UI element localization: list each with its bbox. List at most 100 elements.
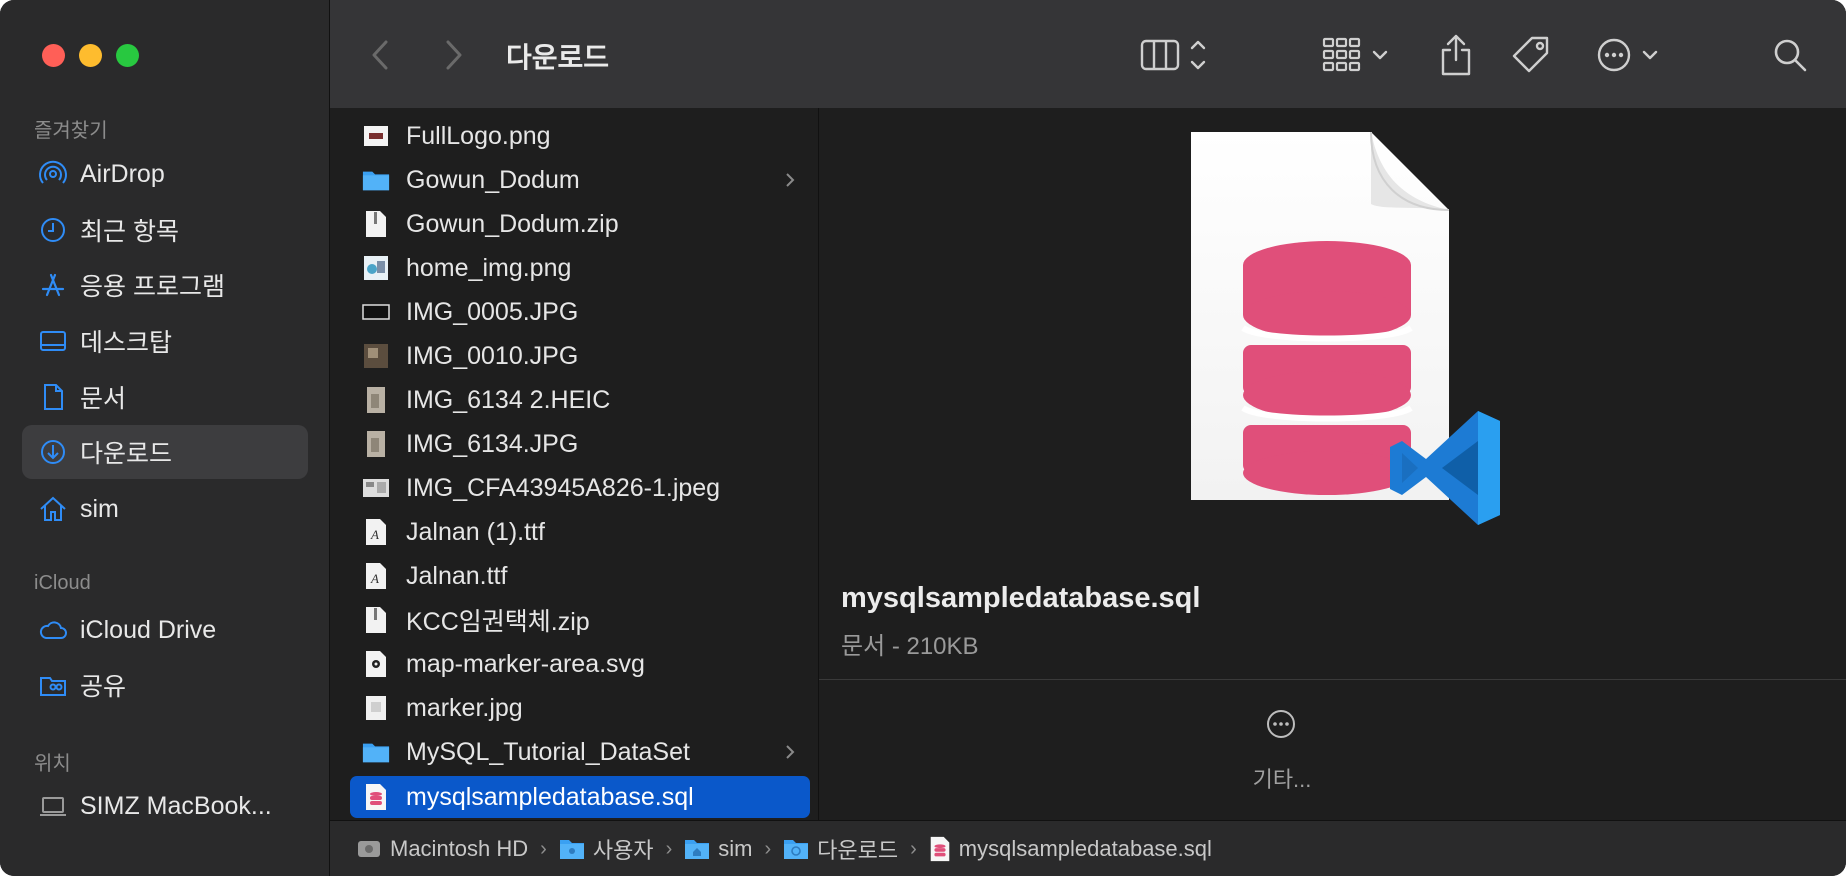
sidebar-item-home[interactable]: sim (22, 482, 308, 536)
sidebar-item-recents[interactable]: 최근 항목 (22, 203, 308, 257)
image-thumbnail-icon (362, 429, 390, 459)
disk-icon (358, 841, 380, 857)
file-name: marker.jpg (406, 693, 523, 722)
breadcrumb-separator: › (665, 837, 673, 860)
breadcrumb-label: mysqlsampledatabase.sql (958, 836, 1212, 861)
vscode-badge-icon (1390, 411, 1500, 525)
laptop-icon (38, 791, 68, 821)
file-row[interactable]: marker.jpg (350, 687, 810, 729)
file-name: IMG_0010.JPG (406, 341, 579, 370)
file-name: mysqlsampledatabase.sql (406, 782, 694, 811)
sidebar-item-label: AirDrop (80, 159, 165, 188)
breadcrumb-separator: › (764, 837, 772, 860)
sidebar-item-label: iCloud Drive (80, 615, 217, 644)
sidebar-item-label: 다운로드 (80, 440, 173, 468)
chevron-right-icon (786, 745, 795, 759)
file-name: KCC임권택체.zip (406, 608, 590, 636)
sql-file-icon (930, 836, 950, 862)
sidebar-item-icloud-drive[interactable]: iCloud Drive (22, 603, 308, 657)
group-button[interactable] (1322, 30, 1394, 80)
image-thumbnail-icon (362, 693, 390, 723)
file-row[interactable]: Gowun_Dodum.zip (350, 203, 810, 245)
tags-button[interactable] (1510, 30, 1552, 80)
sidebar-item-shared[interactable]: 공유 (22, 658, 308, 712)
sidebar-item-label: 공유 (80, 673, 127, 701)
file-row[interactable]: A Jalnan.ttf (350, 555, 810, 597)
font-file-icon: A (362, 561, 390, 591)
back-button[interactable] (370, 30, 392, 80)
file-row-selected[interactable]: mysqlsampledatabase.sql (350, 776, 810, 818)
folder-icon (559, 840, 584, 859)
sidebar-item-label: 문서 (80, 385, 127, 413)
forward-button[interactable] (442, 30, 464, 80)
download-folder-icon (784, 840, 809, 859)
file-row[interactable]: KCC임권택체.zip (350, 599, 810, 641)
file-name: IMG_CFA43945A826-1.jpeg (406, 473, 721, 502)
airdrop-icon (38, 159, 68, 189)
window-title: 다운로드 (506, 42, 610, 73)
sidebar-item-airdrop[interactable]: AirDrop (22, 147, 308, 201)
zoom-button[interactable] (116, 44, 139, 67)
file-row[interactable]: IMG_CFA43945A826-1.jpeg (350, 467, 810, 509)
sidebar-item-desktop[interactable]: 데스크탑 (22, 314, 308, 368)
breadcrumb-macintosh-hd[interactable]: Macintosh HD (356, 836, 528, 862)
file-row[interactable]: A Jalnan (1).ttf (350, 511, 810, 553)
shared-folder-icon (38, 670, 68, 700)
home-icon (38, 494, 68, 524)
clock-icon (38, 215, 68, 245)
sidebar-item-macbook[interactable]: SIMZ MacBook... (22, 779, 308, 833)
more-button-label[interactable]: 기타... (1222, 762, 1342, 794)
tag-icon (1512, 36, 1549, 73)
file-row[interactable]: IMG_0005.JPG (350, 291, 810, 333)
breadcrumb-users[interactable]: 사용자 (559, 833, 654, 865)
file-row[interactable]: MySQL_Tutorial_DataSet (350, 731, 810, 773)
breadcrumb-sim[interactable]: sim (684, 836, 752, 862)
sidebar-item-label: 응용 프로그램 (80, 273, 225, 301)
sidebar-item-label: 최근 항목 (80, 218, 179, 246)
minimize-button[interactable] (79, 44, 102, 67)
file-row[interactable]: IMG_0010.JPG (350, 335, 810, 377)
file-name: Gowun_Dodum.zip (406, 209, 619, 238)
file-name: FullLogo.png (406, 121, 551, 150)
sidebar-item-downloads[interactable]: 다운로드 (22, 425, 308, 479)
share-button[interactable] (1438, 30, 1474, 80)
sidebar-section-icloud: iCloud (34, 572, 91, 594)
breadcrumb-sql-file[interactable]: mysqlsampledatabase.sql (929, 836, 1212, 862)
file-name: IMG_6134.JPG (406, 429, 579, 458)
applications-icon (38, 270, 68, 300)
file-row[interactable]: IMG_6134.JPG (350, 423, 810, 465)
file-row[interactable]: map-marker-area.svg (350, 643, 810, 685)
chevron-right-icon (446, 40, 462, 70)
sidebar-section-favorites: 즐겨찾기 (34, 120, 108, 142)
image-thumbnail-icon (362, 473, 390, 503)
file-name: Jalnan (1).ttf (406, 517, 545, 546)
sidebar-item-label: 데스크탑 (80, 329, 173, 357)
file-row[interactable]: IMG_6134 2.HEIC (350, 379, 810, 421)
search-button[interactable] (1770, 30, 1810, 80)
breadcrumb-downloads[interactable]: 다운로드 (783, 833, 898, 865)
ellipsis-circle-icon (1267, 710, 1295, 738)
sidebar-item-documents[interactable]: 문서 (22, 370, 308, 424)
folder-icon (362, 165, 390, 195)
view-columns-button[interactable] (1140, 30, 1210, 80)
sidebar-item-applications[interactable]: 응용 프로그램 (22, 258, 308, 312)
font-file-icon: A (362, 517, 390, 547)
more-actions-button[interactable] (1596, 30, 1666, 80)
file-row[interactable]: home_img.png (350, 247, 810, 289)
image-thumbnail-icon (362, 297, 390, 327)
zip-file-icon (362, 605, 390, 635)
image-thumbnail-icon (362, 385, 390, 415)
finder-window: 즐겨찾기 AirDrop 최근 항목 응용 프로그램 데스크탑 문서 다운로드 … (0, 0, 1846, 876)
desktop-icon (38, 326, 68, 356)
breadcrumb-label: sim (718, 836, 753, 861)
more-button[interactable] (1249, 708, 1313, 745)
file-name: IMG_6134 2.HEIC (406, 385, 611, 414)
file-row[interactable]: FullLogo.png (350, 115, 810, 157)
file-column: FullLogo.png Gowun_Dodum Gowun_Dodum.zip… (330, 108, 819, 820)
close-button[interactable] (42, 44, 65, 67)
search-icon (1774, 39, 1807, 72)
preview-meta: 문서 - 210KB (841, 633, 979, 660)
breadcrumb-label: Macintosh HD (390, 836, 529, 861)
image-thumbnail-icon (362, 121, 390, 151)
file-row[interactable]: Gowun_Dodum (350, 159, 810, 201)
